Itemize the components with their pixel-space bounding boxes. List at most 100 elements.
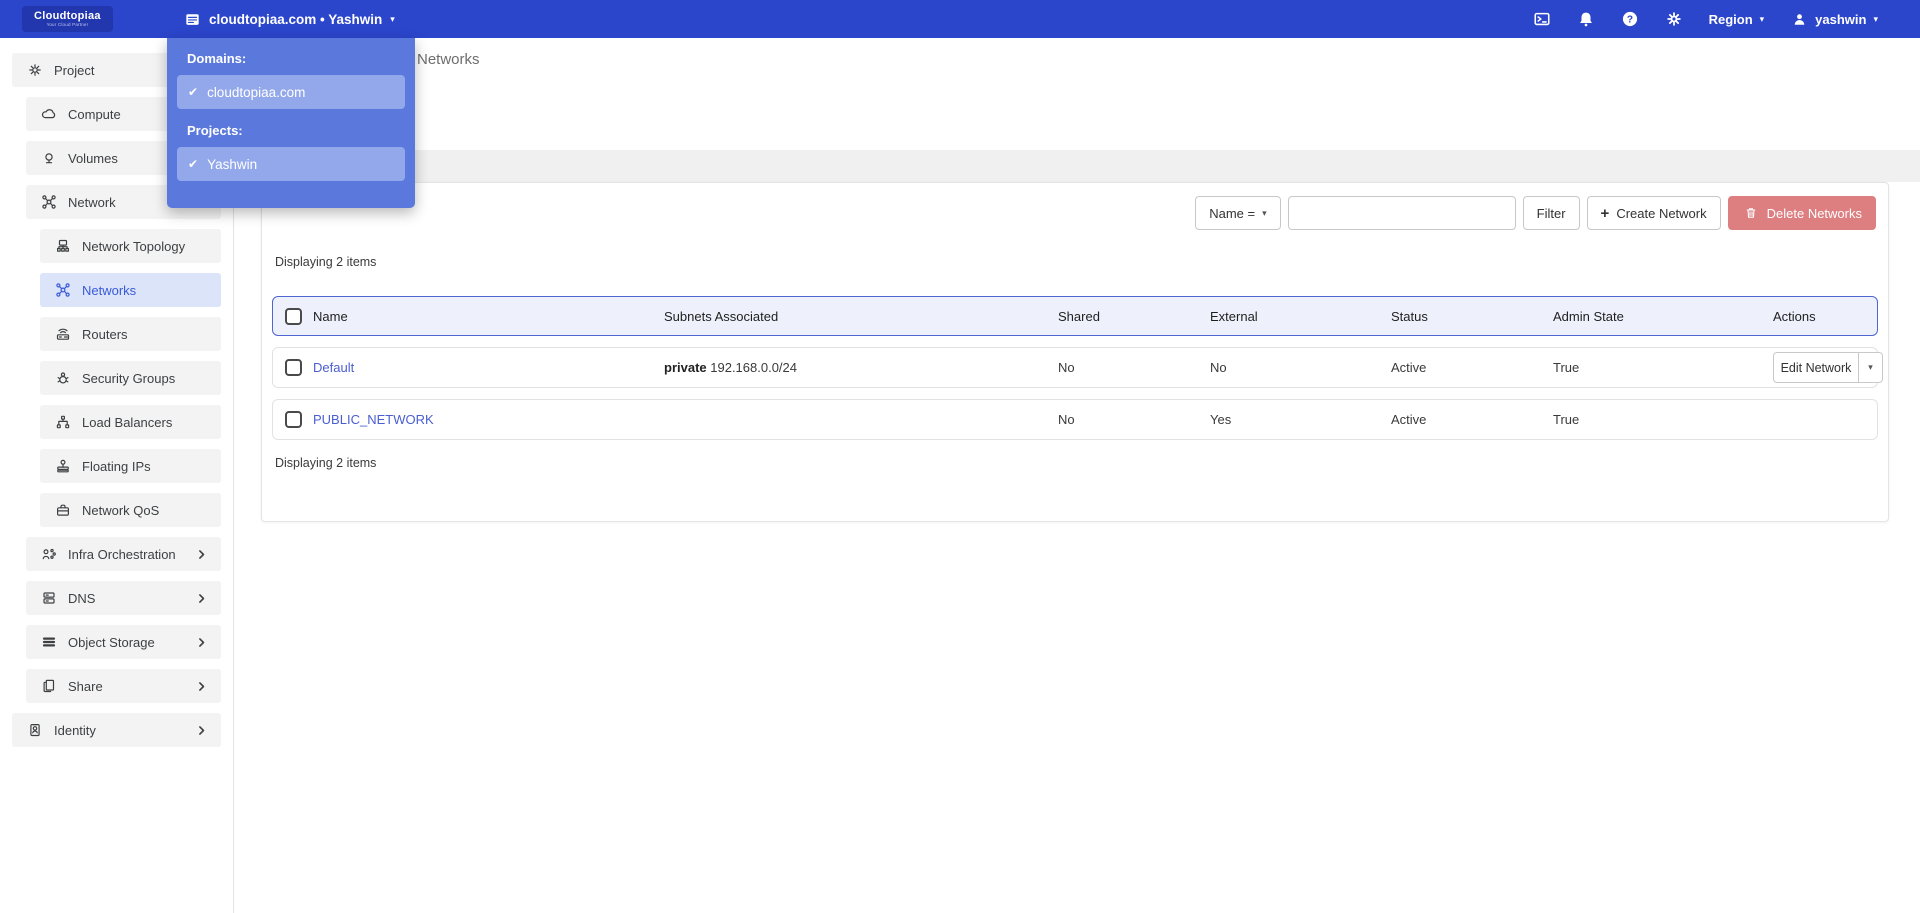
- sidebar-item-share[interactable]: Share: [26, 669, 221, 703]
- sidebar-item-label: Compute: [68, 106, 121, 122]
- topology-icon: [54, 238, 71, 255]
- filter-input[interactable]: [1287, 196, 1516, 230]
- edit-network-dropdown-toggle[interactable]: ▾: [1859, 352, 1883, 383]
- networks-panel: Name = ▾ Filter + Create Network Delete …: [261, 182, 1889, 522]
- user-name: yashwin: [1815, 11, 1867, 27]
- chevron-right-icon: [195, 680, 208, 693]
- chevron-down-icon: ▾: [390, 13, 395, 24]
- subnets-cell: private 192.168.0.0/24: [664, 360, 1058, 375]
- column-header-name[interactable]: Name: [313, 309, 664, 324]
- domain-project-dropdown: Domains: ✔ cloudtopiaa.com Projects: ✔ Yas…: [167, 38, 415, 208]
- shared-value: No: [1058, 360, 1075, 375]
- create-network-button[interactable]: + Create Network: [1586, 196, 1721, 230]
- help-icon[interactable]: ?: [1621, 10, 1639, 28]
- sidebar-item-load-balancers[interactable]: Load Balancers: [40, 405, 221, 439]
- svg-text:?: ?: [1626, 14, 1632, 25]
- select-all-checkbox[interactable]: [285, 307, 302, 325]
- row-select-cell: [273, 359, 313, 376]
- check-icon: ✔: [188, 85, 199, 99]
- sidebar-item-identity[interactable]: Identity: [12, 713, 221, 747]
- domains-list: ✔ cloudtopiaa.com: [177, 75, 405, 109]
- table-row: PUBLIC_NETWORK No Yes Active True: [272, 399, 1878, 440]
- chevron-down-icon: ▾: [1759, 13, 1765, 24]
- project-icon: [26, 62, 43, 79]
- settings-gear-icon[interactable]: [1665, 10, 1683, 28]
- sidebar-item-dns[interactable]: DNS: [26, 581, 221, 615]
- filter-button[interactable]: Filter: [1522, 196, 1580, 230]
- identity-icon: [26, 722, 43, 739]
- sidebar-item-security-groups[interactable]: Security Groups: [40, 361, 221, 395]
- dns-icon: [40, 590, 57, 607]
- orchestration-icon: [40, 546, 57, 563]
- main-content: Networks Name = ▾ Filter + Create Networ…: [234, 38, 1920, 913]
- chevron-down-icon: ▾: [1262, 207, 1267, 218]
- console-icon[interactable]: [1533, 10, 1551, 28]
- chevron-down-icon: ▾: [1868, 362, 1873, 372]
- column-header-admin-state[interactable]: Admin State: [1553, 309, 1773, 324]
- trash-icon: [1742, 204, 1760, 222]
- user-menu[interactable]: yashwin ▾: [1790, 10, 1878, 28]
- sidebar-item-label: Network: [68, 194, 116, 210]
- chevron-right-icon: [195, 592, 208, 605]
- external-value: Yes: [1210, 412, 1232, 427]
- status-value: Active: [1391, 412, 1427, 427]
- domain-project-switcher[interactable]: cloudtopiaa.com • Yashwin ▾: [183, 0, 395, 38]
- column-header-actions: Actions: [1773, 308, 1816, 324]
- sidebar-item-label: Project: [54, 62, 95, 78]
- brand-logo[interactable]: Cloudtopiaa Your Cloud Partner: [22, 5, 113, 33]
- volumes-icon: [40, 150, 57, 167]
- sidebar-item-label: Share: [68, 678, 103, 694]
- chevron-down-icon: ▾: [1873, 13, 1878, 24]
- row-checkbox[interactable]: [285, 411, 302, 428]
- sidebar-item-routers[interactable]: Routers: [40, 317, 221, 351]
- column-header-external[interactable]: External: [1210, 309, 1391, 324]
- table-header-row: Name Subnets Associated Shared External …: [272, 296, 1878, 336]
- items-count-bottom: Displaying 2 items: [275, 456, 377, 470]
- select-all-cell: [273, 307, 313, 325]
- sidebar-item-infra-orchestration[interactable]: Infra Orchestration: [26, 537, 221, 571]
- filter-button-label: Filter: [1536, 205, 1566, 221]
- project-option-yashwin[interactable]: ✔ Yashwin: [177, 147, 405, 181]
- user-icon: [1790, 10, 1808, 28]
- sidebar-item-label: Routers: [82, 326, 128, 342]
- top-navbar: Cloudtopiaa Your Cloud Partner cloudtopi…: [0, 0, 1920, 38]
- qos-icon: [54, 502, 71, 519]
- delete-networks-button[interactable]: Delete Networks: [1727, 196, 1876, 230]
- notifications-bell-icon[interactable]: [1577, 10, 1595, 28]
- sidebar-item-label: Network QoS: [82, 502, 160, 518]
- loadbalancer-icon: [54, 414, 71, 431]
- projects-list: ✔ Yashwin: [177, 147, 405, 181]
- filter-field-select[interactable]: Name = ▾: [1195, 196, 1281, 230]
- sidebar-item-network-qos[interactable]: Network QoS: [40, 493, 221, 527]
- column-header-status[interactable]: Status: [1391, 309, 1553, 324]
- sidebar-item-object-storage[interactable]: Object Storage: [26, 625, 221, 659]
- domain-option-label: cloudtopiaa.com: [207, 84, 306, 100]
- network-name-link[interactable]: Default: [313, 360, 354, 375]
- edit-network-split-button: Edit Network ▾: [1773, 352, 1883, 383]
- sidebar-item-floating-ips[interactable]: Floating IPs: [40, 449, 221, 483]
- projects-label: Projects:: [187, 123, 243, 138]
- column-header-shared[interactable]: Shared: [1058, 309, 1210, 324]
- sidebar-item-label: Floating IPs: [82, 458, 151, 474]
- column-header-subnets[interactable]: Subnets Associated: [664, 309, 1058, 324]
- status-value: Active: [1391, 360, 1427, 375]
- network-name-link[interactable]: PUBLIC_NETWORK: [313, 412, 434, 427]
- share-icon: [40, 678, 57, 695]
- sidebar-item-label: Load Balancers: [82, 414, 173, 430]
- items-count-top: Displaying 2 items: [275, 255, 377, 269]
- edit-network-button[interactable]: Edit Network: [1773, 352, 1859, 383]
- row-select-cell: [273, 411, 313, 428]
- sidebar-item-label: Network Topology: [82, 238, 186, 254]
- breadcrumb: Networks: [417, 51, 480, 68]
- row-checkbox[interactable]: [285, 359, 302, 376]
- admin-state-value: True: [1553, 360, 1580, 375]
- chevron-right-icon: [195, 548, 208, 561]
- external-value: No: [1210, 360, 1227, 375]
- region-dropdown[interactable]: Region ▾: [1709, 12, 1765, 27]
- subnet-name: private: [664, 360, 707, 375]
- sidebar-item-label: Infra Orchestration: [68, 546, 176, 562]
- domain-option-cloudtopiaa-com[interactable]: ✔ cloudtopiaa.com: [177, 75, 405, 109]
- chevron-right-icon: [195, 724, 208, 737]
- sidebar-item-network-topology[interactable]: Network Topology: [40, 229, 221, 263]
- sidebar-item-networks[interactable]: Networks: [40, 273, 221, 307]
